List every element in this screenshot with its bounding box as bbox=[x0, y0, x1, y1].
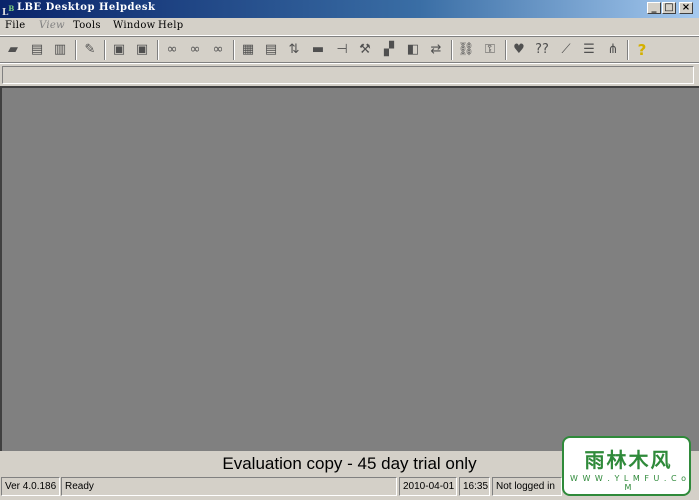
swap-icon[interactable]: ⇄ bbox=[426, 40, 446, 59]
link-icon[interactable]: ⛓ bbox=[456, 40, 476, 59]
toolbar-separator bbox=[75, 40, 77, 60]
key-icon[interactable]: ⚿ bbox=[480, 40, 500, 59]
status-time: 16:35 bbox=[459, 477, 490, 496]
save-as-icon[interactable]: ▣ bbox=[132, 40, 152, 59]
menu-help[interactable]: Help bbox=[158, 20, 183, 31]
split-icon[interactable]: ⊣ bbox=[332, 40, 352, 59]
menu-window[interactable]: Window bbox=[113, 20, 156, 31]
help-icon[interactable]: ? bbox=[632, 40, 652, 59]
toolbar-separator bbox=[233, 40, 235, 60]
status-login: Not logged in bbox=[492, 477, 562, 496]
watermark-url: W W W . Y L M F U . C o M bbox=[570, 474, 687, 492]
chart-icon[interactable]: ⟋ bbox=[556, 40, 576, 59]
toolbar-separator bbox=[157, 40, 159, 60]
window-title: LBE Desktop Helpdesk bbox=[17, 2, 156, 13]
binoculars-find-prev-icon[interactable]: ∞ bbox=[208, 40, 228, 59]
watermark-logo: 雨林木风 W W W . Y L M F U . C o M bbox=[562, 436, 691, 496]
list-icon[interactable]: ▤ bbox=[27, 40, 47, 59]
toolbar-separator bbox=[451, 40, 453, 60]
app-logo-icon: LB bbox=[2, 4, 15, 18]
close-button[interactable]: × bbox=[679, 2, 693, 14]
stack-icon[interactable]: ◧ bbox=[403, 40, 423, 59]
tools-icon[interactable]: ▞ bbox=[379, 40, 399, 59]
toolbar-separator bbox=[104, 40, 106, 60]
toolbar-separator bbox=[505, 40, 507, 60]
preview-icon[interactable]: ▥ bbox=[50, 40, 70, 59]
menu-file[interactable]: File bbox=[5, 20, 25, 31]
minimize-button[interactable]: _ bbox=[647, 2, 661, 14]
binoculars-find-next-icon[interactable]: ∞ bbox=[185, 40, 205, 59]
menu-view[interactable]: View bbox=[39, 20, 65, 31]
secondary-toolbar-field bbox=[2, 66, 694, 84]
edit-icon[interactable]: ✎ bbox=[80, 40, 100, 59]
help-question-icon[interactable]: ?? bbox=[532, 40, 552, 59]
toolbar-separator bbox=[627, 40, 629, 60]
menu-bar: File View Tools Window Help bbox=[0, 18, 699, 36]
title-bar[interactable]: LB LBE Desktop Helpdesk _ □ × bbox=[0, 0, 699, 18]
binoculars-find-icon[interactable]: ∞ bbox=[162, 40, 182, 59]
save-icon[interactable]: ▣ bbox=[109, 40, 129, 59]
status-date: 2010-04-01 bbox=[399, 477, 457, 496]
tree-icon[interactable]: ⋔ bbox=[603, 40, 623, 59]
hammer-icon[interactable]: ⚒ bbox=[355, 40, 375, 59]
secondary-toolbar bbox=[0, 63, 699, 85]
table-icon[interactable]: ▤ bbox=[261, 40, 281, 59]
toolbar: ▰ ▤ ▥ ✎ ▣ ▣ ∞ ∞ ∞ ▦ ▤ ⇅ ▬ ⊣ ⚒ ▞ ◧ ⇄ ⛓ ⚿ … bbox=[0, 36, 699, 63]
heart-icon[interactable]: ♥ bbox=[509, 40, 529, 59]
menu-tools[interactable]: Tools bbox=[73, 20, 101, 31]
sort-az-icon[interactable]: ⇅ bbox=[284, 40, 304, 59]
mdi-workspace[interactable] bbox=[0, 86, 699, 451]
open-folder-icon[interactable]: ▰ bbox=[3, 40, 23, 59]
maximize-button[interactable]: □ bbox=[662, 2, 676, 14]
watermark-brand: 雨林木风 bbox=[584, 448, 673, 472]
grid-icon[interactable]: ▦ bbox=[238, 40, 258, 59]
status-version: Ver 4.0.186 bbox=[1, 477, 60, 496]
align-icon[interactable]: ▬ bbox=[308, 40, 328, 59]
status-state: Ready bbox=[61, 477, 397, 496]
list-view-icon[interactable]: ☰ bbox=[579, 40, 599, 59]
